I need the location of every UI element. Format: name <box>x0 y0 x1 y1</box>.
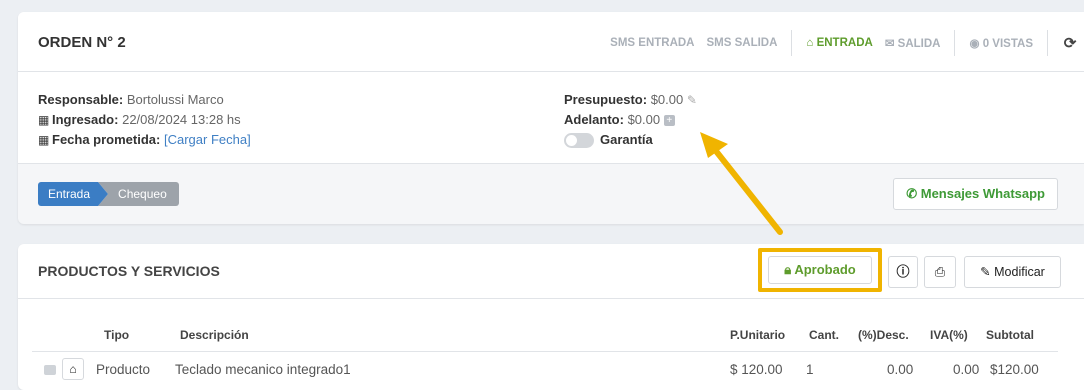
cell-subtotal: $120.00 <box>990 362 1039 377</box>
pencil-icon: ✎ <box>980 265 991 279</box>
column-header[interactable]: P.Unitario <box>730 328 785 342</box>
aprobado-label: Aprobado <box>794 262 856 277</box>
presupuesto-value: $0.00 <box>650 92 684 107</box>
column-header[interactable]: IVA(%) <box>930 328 968 342</box>
order-details-left: Responsable: Bortolussi Marco ▦ Ingresado… <box>38 90 251 150</box>
cell-cantidad: 1 <box>806 362 814 377</box>
order-card: ORDEN N° 2 SMS ENTRADA SMS SALIDA ⌂ ENTR… <box>18 12 1084 224</box>
order-title: ORDEN N° 2 <box>38 34 126 51</box>
lock-icon: 🔒︎ <box>784 262 792 277</box>
print-button[interactable]: ⎙ <box>924 256 956 288</box>
approval-highlight: 🔒︎ Aprobado <box>758 248 882 292</box>
whatsapp-messages-button[interactable]: ✆ Mensajes Whatsapp <box>893 178 1058 210</box>
order-footer: Entrada Chequeo ✆ Mensajes Whatsapp <box>18 164 1084 224</box>
responsable-row: Responsable: Bortolussi Marco <box>38 90 251 110</box>
refresh-icon[interactable]: ⟳ <box>1056 34 1084 52</box>
adelanto-row: Adelanto: $0.00 + <box>564 110 697 130</box>
products-card: PRODUCTOS Y SERVICIOS 🔒︎ Aprobado ⓘ ⎙ ✎ … <box>18 244 1084 390</box>
sms-salida-link[interactable]: SMS SALIDA <box>701 37 784 49</box>
responsable-label: Responsable: <box>38 92 124 107</box>
step-chequeo[interactable]: Chequeo <box>98 182 179 206</box>
vistas-link[interactable]: ◉ 0 VISTAS <box>963 36 1039 50</box>
info-icon: ⓘ <box>896 264 910 279</box>
whatsapp-icon: ✆ <box>906 186 918 201</box>
info-button[interactable]: ⓘ <box>888 256 918 288</box>
responsable-value: Bortolussi Marco <box>126 92 224 107</box>
column-header[interactable]: Cant. <box>809 328 839 342</box>
column-header[interactable]: (%)Desc. <box>858 328 909 342</box>
garantia-label: Garantía <box>600 132 653 147</box>
calendar-icon: ▦ <box>38 133 50 147</box>
column-header[interactable]: Tipo <box>104 328 129 342</box>
cell-descuento: 0.00 <box>887 362 914 377</box>
divider <box>954 30 956 56</box>
pencil-icon[interactable]: ✎ <box>687 93 697 107</box>
salida-label: SALIDA <box>897 38 941 50</box>
plus-square-icon[interactable]: + <box>663 115 675 127</box>
presupuesto-row: Presupuesto: $0.00 ✎ <box>564 90 697 110</box>
garantia-row: Garantía <box>564 130 697 150</box>
cell-unitario: $ 120.00 <box>730 362 783 377</box>
cell-iva: 0.00 <box>953 362 980 377</box>
calendar-icon: ▦ <box>38 113 50 127</box>
order-details: Responsable: Bortolussi Marco ▦ Ingresado… <box>18 72 1084 164</box>
drag-handle-icon[interactable] <box>44 365 56 375</box>
products-title: PRODUCTOS Y SERVICIOS <box>38 263 220 279</box>
adelanto-value: $0.00 <box>627 112 661 127</box>
table-row[interactable]: ⌂ Producto Teclado mecanico integrado1 $… <box>32 352 1058 386</box>
presupuesto-label: Presupuesto: <box>564 92 648 107</box>
salida-link[interactable]: ✉ SALIDA <box>879 36 947 50</box>
status-steps: Entrada Chequeo <box>38 182 179 206</box>
store-icon: ⌂ <box>806 37 814 49</box>
products-table: Tipo Descripción P.Unitario Cant. (%)Des… <box>32 314 1058 386</box>
ingresado-label: Ingresado: <box>52 112 119 127</box>
basket-icon[interactable]: ⌂ <box>62 358 84 380</box>
step-entrada[interactable]: Entrada <box>38 182 109 206</box>
column-header[interactable]: Descripción <box>180 328 249 342</box>
eye-icon: ◉ <box>969 38 980 50</box>
divider <box>791 30 793 56</box>
sms-entrada-link[interactable]: SMS ENTRADA <box>604 37 700 49</box>
order-header: ORDEN N° 2 SMS ENTRADA SMS SALIDA ⌂ ENTR… <box>18 12 1084 72</box>
modify-label: Modificar <box>994 265 1045 279</box>
garantia-toggle[interactable] <box>564 133 594 149</box>
cargar-fecha-link[interactable]: [Cargar Fecha] <box>164 132 251 147</box>
whatsapp-button-label: Mensajes Whatsapp <box>920 186 1045 201</box>
divider <box>1047 30 1048 56</box>
fecha-prometida-label: Fecha prometida: <box>52 132 161 147</box>
table-header: Tipo Descripción P.Unitario Cant. (%)Des… <box>32 314 1058 352</box>
cell-tipo: Producto <box>96 362 151 377</box>
ingresado-row: ▦ Ingresado: 22/08/2024 13:28 hs <box>38 110 251 130</box>
order-header-links: SMS ENTRADA SMS SALIDA ⌂ ENTRADA ✉ SALID… <box>604 30 1084 56</box>
column-header[interactable]: Subtotal <box>986 328 1034 342</box>
envelope-icon: ✉ <box>884 38 895 50</box>
vistas-label: 0 VISTAS <box>982 38 1033 50</box>
cell-descripcion: Teclado mecanico integrado1 <box>175 362 351 377</box>
order-details-right: Presupuesto: $0.00 ✎ Adelanto: $0.00 + G… <box>564 90 697 150</box>
aprobado-button[interactable]: 🔒︎ Aprobado <box>768 256 872 284</box>
fecha-prometida-row: ▦ Fecha prometida: [Cargar Fecha] <box>38 130 251 150</box>
modify-button[interactable]: ✎ Modificar <box>964 256 1061 288</box>
ingresado-value: 22/08/2024 13:28 hs <box>122 112 241 127</box>
entrada-label: ENTRADA <box>816 37 873 49</box>
print-icon: ⎙ <box>934 264 946 279</box>
products-header: PRODUCTOS Y SERVICIOS 🔒︎ Aprobado ⓘ ⎙ ✎ … <box>18 244 1084 299</box>
adelanto-label: Adelanto: <box>564 112 624 127</box>
entrada-link[interactable]: ⌂ ENTRADA <box>800 37 878 49</box>
